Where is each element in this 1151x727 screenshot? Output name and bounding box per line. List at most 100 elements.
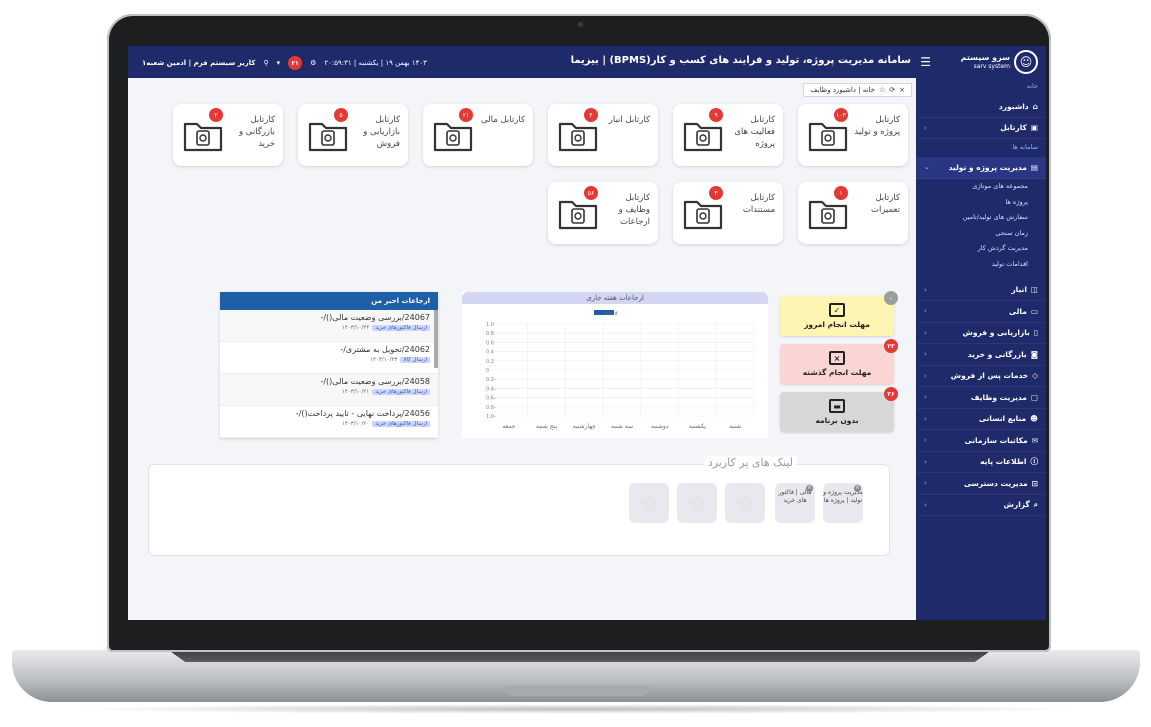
lock-icon: ⊡ xyxy=(1031,478,1038,488)
recent-referral-row[interactable]: 24056/پرداخت نهایی - تایید پرداخت()/- ارس… xyxy=(220,406,438,438)
refresh-icon[interactable]: ⟳ xyxy=(889,86,895,94)
legend-label: count xyxy=(604,311,618,317)
deadline-widget[interactable]: ۲۳ × مهلت انجام گذشته xyxy=(780,339,898,384)
sidebar-subitem[interactable]: پروژه ها xyxy=(916,194,1046,210)
empty-link-star-icon[interactable]: ☆ xyxy=(725,483,765,523)
referral-date: ۱۴۰۳/۱۰/۲۴ xyxy=(341,325,370,331)
sidebar-item-correspondence[interactable]: ✉ مکاتبات سازمانی ‹ xyxy=(916,430,1046,452)
sidebar-item-hr[interactable]: ☻ منابع انسانی ‹ xyxy=(916,409,1046,430)
recent-referral-row[interactable]: 24067/بررسی وضعیت مالی()/- ارسال فاکتورها… xyxy=(220,310,438,342)
home-icon: ⌂ xyxy=(1032,101,1038,111)
kartable-card[interactable]: کارتابل بازرگانی و خرید ۲ xyxy=(173,104,283,166)
kartable-badge: ۲۱ xyxy=(459,108,473,122)
quick-links-title: لینک های پر کاربرد xyxy=(703,456,797,469)
referral-tag: ارسال فاکتورهای خرید xyxy=(372,325,430,331)
close-tab-icon[interactable]: × xyxy=(899,86,905,94)
sidebar-subitem[interactable]: سفارش های تولید/تامین xyxy=(916,210,1046,226)
user-name[interactable]: کاربر سیستم فرم | ادمین شعبه۱ xyxy=(142,59,255,67)
webcam xyxy=(578,22,583,27)
sidebar-item-label: مکاتبات سازمانی xyxy=(964,435,1028,445)
y-tick-label: -0.6 xyxy=(486,396,496,402)
y-tick-label: 0.4 xyxy=(486,350,494,356)
recent-referral-row[interactable]: 24058/بررسی وضعیت مالی()/- ارسال فاکتورها… xyxy=(220,374,438,406)
deadline-badge: ۰ xyxy=(884,291,898,305)
remove-link-icon[interactable]: × xyxy=(854,485,861,492)
sidebar-item-aftersales[interactable]: ◇ خدمات پس از فروش ‹ xyxy=(916,366,1046,387)
sidebar-item-access[interactable]: ⊡ مدیریت دسترسی ‹ xyxy=(916,473,1046,495)
kartable-card[interactable]: کارتابل پروژه و تولید ۱۰۳ xyxy=(798,104,908,166)
kartable-card[interactable]: کارتابل فعالیت های پروژه ۹ xyxy=(673,104,783,166)
kartable-card-title: کارتابل بازاریابی و فروش xyxy=(363,115,400,149)
referral-date: ۱۴۰۳/۱۰/۲۰ xyxy=(341,421,370,427)
clipboard-icon: ▢ xyxy=(1030,392,1038,402)
deadline-badge: ۲۳ xyxy=(884,339,898,353)
notification-badge[interactable]: ۲۱ xyxy=(288,56,303,70)
breadcrumb-path: خانه | داشبورد وظایف xyxy=(810,86,875,94)
folder-icon xyxy=(308,118,348,152)
kartable-card[interactable]: کارتابل انبار ۴ xyxy=(548,104,658,166)
y-tick-label: 1.0 xyxy=(486,322,494,328)
inbox-icon: ▣ xyxy=(1030,123,1038,133)
sidebar-item-tasks[interactable]: ▢ مدیریت وظایف ‹ xyxy=(916,387,1046,409)
sidebar-subitem[interactable]: مدیریت گردش کار xyxy=(916,241,1046,257)
sidebar-section-home: خانه xyxy=(1026,82,1038,90)
recent-referral-row[interactable]: 24062/تحویل به مشتری/- ارسال کالا ۱۴۰۳/۱۰/… xyxy=(220,342,438,374)
chevron-left-icon: ‹ xyxy=(924,479,927,488)
sidebar-item-finance[interactable]: ▭ مالی ‹ xyxy=(916,301,1046,323)
chevron-down-icon[interactable]: ▾ xyxy=(277,59,281,67)
quick-link-tile[interactable]: × مالی | فاکتور های خرید xyxy=(775,483,815,523)
sidebar-item-commerce[interactable]: ◙ بازرگانی و خرید ‹ xyxy=(916,344,1046,366)
settings-icon[interactable]: ⚙ xyxy=(310,59,316,67)
referral-text: 24062/تحویل به مشتری/- xyxy=(340,345,430,354)
deadline-widget[interactable]: ۳۶ ▬ بدون برنامه xyxy=(780,387,898,432)
brand[interactable]: ☺ سرو سیستم sarv system xyxy=(961,50,1038,74)
wallet-icon: ▭ xyxy=(1030,306,1038,316)
empty-link-star-icon[interactable]: ☆ xyxy=(677,483,717,523)
kartable-card-title: کارتابل تعمیرات xyxy=(871,193,900,215)
kartable-card[interactable]: کارتابل مالی ۲۱ xyxy=(423,104,533,166)
quick-link-tile[interactable]: × مدیریت پروژه و تولید | پروژه ها xyxy=(823,483,863,523)
screen: ☺ سرو سیستم sarv system ☰ سامانه مدیریت … xyxy=(128,46,1046,620)
kartable-card[interactable]: کارتابل مستندات ۳ xyxy=(673,182,783,244)
x-tick-label: سه شنبه xyxy=(611,423,633,430)
chevron-left-icon: ‹ xyxy=(924,371,927,380)
y-tick-label: -0.2 xyxy=(486,377,496,383)
chevron-left-icon: ‹ xyxy=(924,414,927,423)
sidebar-item-project[interactable]: ▤ مدیریت پروژه و تولید ⌄ xyxy=(916,157,1046,179)
empty-link-star-icon[interactable]: ☆ xyxy=(629,483,669,523)
sidebar-item-label: اطلاعات پایه xyxy=(980,457,1027,467)
sidebar-item-label: گزارش xyxy=(1003,500,1030,510)
sidebar-item-basedata[interactable]: ⓘ اطلاعات پایه ‹ xyxy=(916,452,1046,473)
folder-icon xyxy=(808,196,848,230)
kartable-card[interactable]: کارتابل تعمیرات ۱ xyxy=(798,182,908,244)
sidebar-item-kartable[interactable]: ▣ کارتابل ‹ xyxy=(916,118,1046,139)
hamburger-menu-icon[interactable]: ☰ xyxy=(920,55,931,69)
sidebar-item-warehouse[interactable]: ◫ انبار ‹ xyxy=(916,280,1046,301)
kartable-card[interactable]: کارتابل وظایف و ارجاعات ۵۶ xyxy=(548,182,658,244)
sidebar-subitem[interactable]: مجموعه های موتاژی xyxy=(916,179,1046,195)
star-icon[interactable]: ☆ xyxy=(879,86,885,94)
kartable-card-title: کارتابل پروژه و تولید xyxy=(854,115,900,137)
referral-tag: ارسال فاکتورهای خرید xyxy=(372,389,430,395)
sidebar-item-marketing[interactable]: ▯ بازاریابی و فروش ‹ xyxy=(916,323,1046,344)
kartable-badge: ۹ xyxy=(709,108,723,122)
scrollbar[interactable] xyxy=(434,310,438,368)
chart-svg: count 1.0 0.8 0.6 0.4 0.2 0 -0.2 -0.4 -0.6 -0.8 -1.… xyxy=(486,310,755,430)
deadline-label: بدون برنامه xyxy=(815,416,859,425)
remove-link-icon[interactable]: × xyxy=(806,485,813,492)
box-icon: ◫ xyxy=(1030,285,1038,295)
chevron-left-icon: ‹ xyxy=(924,393,927,402)
kartable-badge: ۳ xyxy=(709,186,723,200)
sidebar-subitem[interactable]: زمان سنجی xyxy=(916,225,1046,241)
sidebar-item-report[interactable]: ⌕ گزارش ‹ xyxy=(916,495,1046,516)
main-content: × ⟳ ☆ خانه | داشبورد وظایف کارتابل پروژه… xyxy=(128,78,916,620)
chevron-left-icon: ‹ xyxy=(924,123,927,132)
sidebar-item-label: منابع انسانی xyxy=(978,414,1027,424)
sidebar-item-dashboard[interactable]: ⌂ داشبورد xyxy=(916,96,1046,118)
sidebar-subitem[interactable]: اقدامات تولید xyxy=(916,256,1046,272)
deadline-widget[interactable]: ۰ ✓ مهلت انجام امروز xyxy=(780,291,898,336)
kartable-card[interactable]: کارتابل بازاریابی و فروش ۵ xyxy=(298,104,408,166)
referral-date: ۱۴۰۳/۱۰/۲۳ xyxy=(370,357,398,363)
sidebar-item-label: انبار xyxy=(1011,285,1027,295)
chevron-left-icon: ‹ xyxy=(924,307,927,316)
